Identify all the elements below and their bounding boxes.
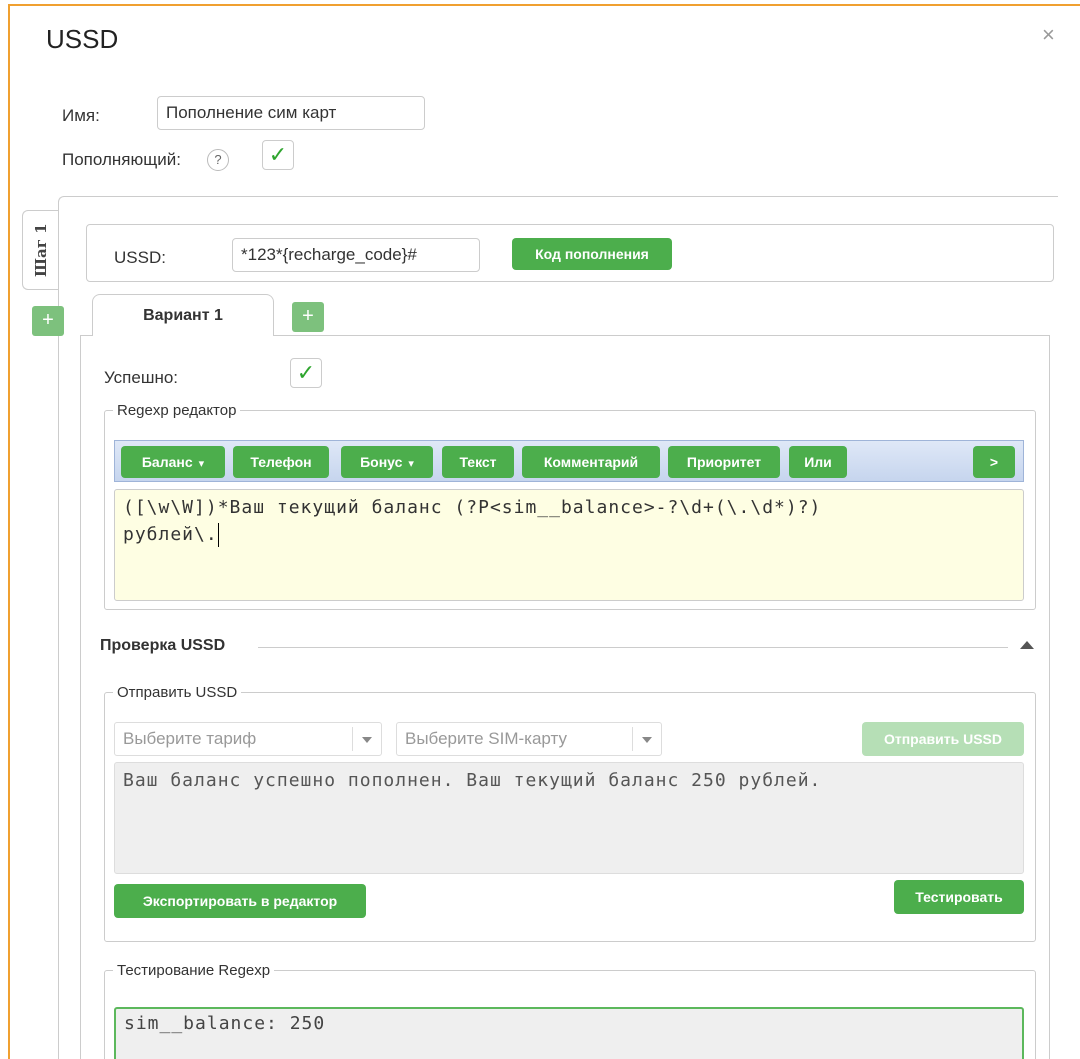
or-button[interactable]: Или — [789, 446, 847, 478]
help-icon[interactable]: ? — [207, 149, 229, 171]
regexp-editor-legend: Regexp редактор — [117, 402, 237, 419]
recharge-code-button[interactable]: Код пополнения — [512, 238, 672, 270]
tab-step-1[interactable]: Шаг 1 — [22, 210, 58, 290]
sim-placeholder: Выберите SIM-карту — [405, 729, 567, 748]
comment-button[interactable]: Комментарий — [522, 446, 660, 478]
regexp-line-2: рублей\. — [123, 524, 218, 545]
more-button[interactable]: > — [973, 446, 1015, 478]
bonus-label: Бонус — [360, 454, 403, 470]
test-button[interactable]: Тестировать — [894, 880, 1024, 914]
add-step-button[interactable]: + — [32, 306, 64, 336]
regexp-toolbar: Баланс ▾ Телефон Бонус ▾ Текст Комментарий… — [114, 440, 1024, 482]
phone-button[interactable]: Телефон — [233, 446, 329, 478]
sim-select[interactable]: Выберите SIM-карту — [396, 722, 662, 756]
send-ussd-legend: Отправить USSD — [117, 684, 238, 701]
recharger-checkbox[interactable]: ✓ — [262, 140, 294, 170]
ussd-response-area[interactable]: Ваш баланс успешно пополнен. Ваш текущий… — [114, 762, 1024, 874]
select-divider — [352, 727, 353, 751]
success-checkbox[interactable]: ✓ — [290, 358, 322, 388]
chevron-down-icon — [642, 737, 652, 743]
close-icon[interactable]: × — [1042, 22, 1055, 48]
tariff-placeholder: Выберите тариф — [123, 729, 257, 748]
balance-button[interactable]: Баланс ▾ — [121, 446, 225, 478]
regexp-test-legend: Тестирование Regexp — [117, 962, 271, 979]
section-divider — [258, 647, 1008, 648]
priority-button[interactable]: Приоритет — [668, 446, 780, 478]
bonus-button[interactable]: Бонус ▾ — [341, 446, 433, 478]
success-label: Успешно: — [104, 368, 179, 387]
tariff-select[interactable]: Выберите тариф — [114, 722, 382, 756]
regexp-line-1: ([\w\W])*Ваш текущий баланс (?P<sim__bal… — [123, 497, 822, 518]
name-label: Имя: — [62, 106, 100, 125]
export-to-editor-button[interactable]: Экспортировать в редактор — [114, 884, 366, 918]
check-ussd-title: Проверка USSD — [100, 637, 226, 654]
text-cursor — [217, 523, 219, 547]
ussd-label: USSD: — [114, 248, 166, 267]
tab-variant-1[interactable]: Вариант 1 — [92, 294, 274, 336]
recharger-label: Пополняющий: — [62, 150, 181, 169]
chevron-down-icon: ▾ — [198, 458, 205, 470]
regexp-test-result[interactable]: sim__balance: 250 — [114, 1007, 1024, 1059]
add-variant-button[interactable]: + — [292, 302, 324, 332]
dialog-title: USSD — [46, 24, 119, 54]
select-divider — [632, 727, 633, 751]
ussd-field[interactable]: *123*{recharge_code}# — [232, 238, 480, 272]
regexp-editor[interactable]: ([\w\W])*Ваш текущий баланс (?P<sim__bal… — [114, 489, 1024, 601]
send-ussd-button[interactable]: Отправить USSD — [862, 722, 1024, 756]
text-button[interactable]: Текст — [442, 446, 514, 478]
balance-label: Баланс — [141, 454, 193, 470]
chevron-down-icon: ▾ — [408, 458, 414, 470]
name-field[interactable]: Пополнение сим карт — [157, 96, 425, 130]
step-tab-label: Шаг 1 — [32, 223, 50, 277]
chevron-down-icon — [362, 737, 372, 743]
collapse-icon[interactable] — [1020, 641, 1034, 649]
